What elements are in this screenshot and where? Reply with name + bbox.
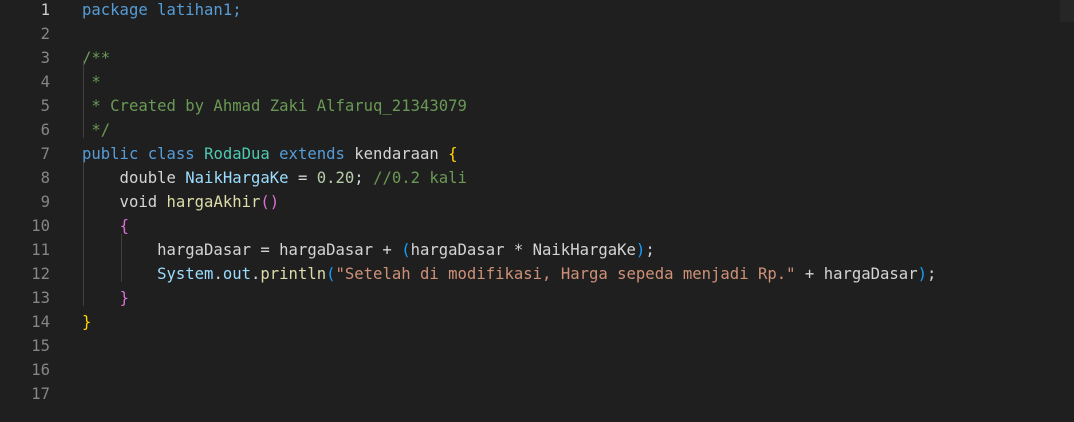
line-number-gutter: 1 2 3 4 5 6 7 8 9 10 11 12 13 14 15 16 17 xyxy=(0,0,60,422)
line-number: 16 xyxy=(31,361,50,379)
line-number: 12 xyxy=(31,265,50,283)
code-token: = xyxy=(288,169,317,187)
code-token: ( xyxy=(401,241,411,259)
code-token: double xyxy=(82,169,186,187)
line-number: 6 xyxy=(40,121,50,139)
code-token: NaikHargaKe xyxy=(185,169,289,187)
code-token: extends xyxy=(269,145,355,163)
line-number: 1 xyxy=(40,1,50,19)
code-token: } xyxy=(82,313,92,331)
code-token: void xyxy=(82,193,167,211)
code-token: hargaAkhir xyxy=(166,193,261,211)
code-token: () xyxy=(260,193,280,211)
code-line[interactable]: double NaikHargaKe = 0.20; //0.2 kali xyxy=(82,166,467,190)
line-number: 2 xyxy=(40,25,50,43)
line-number: 13 xyxy=(31,289,50,307)
code-token: ; xyxy=(926,265,937,283)
indent-guide xyxy=(121,234,122,282)
code-token: ) xyxy=(917,265,927,283)
code-token: System xyxy=(82,265,214,283)
code-line[interactable]: */ xyxy=(82,118,110,142)
line-number: 4 xyxy=(40,73,50,91)
code-token: { xyxy=(448,145,458,163)
line-number: 11 xyxy=(31,241,50,259)
line-number: 17 xyxy=(31,385,50,403)
line-number: 10 xyxy=(31,217,50,235)
line-number: 5 xyxy=(40,97,50,115)
code-token: /** xyxy=(82,49,111,67)
code-token: package latihan1; xyxy=(82,1,242,19)
line-number: 3 xyxy=(40,49,50,67)
code-editor[interactable]: 1 2 3 4 5 6 7 8 9 10 11 12 13 14 15 16 17 package latiha… xyxy=(0,0,1074,422)
code-line[interactable]: /** xyxy=(82,46,110,70)
code-token: hargaDasar * NaikHargaKe xyxy=(410,241,636,259)
code-token: public class xyxy=(82,145,205,163)
code-token: "Setelah di modifikasi, Harga sepeda men… xyxy=(335,265,796,283)
code-token: } xyxy=(119,289,129,307)
code-token: RodaDua xyxy=(204,145,270,163)
line-number: 15 xyxy=(31,337,50,355)
line-number: 7 xyxy=(40,145,50,163)
code-line[interactable]: * xyxy=(82,70,101,94)
code-line[interactable]: void hargaAkhir() xyxy=(82,190,280,214)
code-token: ; xyxy=(354,169,374,187)
code-line[interactable]: hargaDasar = hargaDasar + (hargaDasar * … xyxy=(82,238,655,262)
code-token: . xyxy=(251,265,261,283)
code-token: hargaDasar = hargaDasar + xyxy=(82,241,402,259)
indent-guide xyxy=(83,162,84,306)
code-token: //0.2 kali xyxy=(373,169,467,187)
code-token: kendaraan xyxy=(354,145,449,163)
code-token: out xyxy=(222,265,251,283)
code-line[interactable]: } xyxy=(82,310,91,334)
code-token: + hargaDasar xyxy=(795,265,918,283)
code-token: . xyxy=(213,265,223,283)
line-number: 14 xyxy=(31,313,50,331)
code-line[interactable]: * Created by Ahmad Zaki Alfaruq_21343079 xyxy=(82,94,467,118)
minimap-edge xyxy=(1060,0,1074,22)
code-line[interactable]: package latihan1; xyxy=(82,0,242,22)
code-token: ) xyxy=(635,241,646,259)
line-number: 9 xyxy=(40,193,50,211)
code-token: ( xyxy=(326,265,336,283)
code-token: ; xyxy=(645,241,655,259)
code-token: * xyxy=(82,73,101,91)
code-token: 0.20 xyxy=(316,169,355,187)
indent-guide xyxy=(83,60,84,138)
code-line[interactable]: } xyxy=(82,286,129,310)
code-line[interactable]: public class RodaDua extends kendaraan { xyxy=(82,142,458,166)
code-line[interactable]: System.out.println("Setelah di modifikas… xyxy=(82,262,936,286)
code-token: * Created by Ahmad Zaki Alfaruq_21343079 xyxy=(82,97,467,115)
code-token: println xyxy=(260,265,327,283)
code-token: */ xyxy=(82,121,111,139)
line-number: 8 xyxy=(40,169,50,187)
code-token: { xyxy=(119,217,129,235)
